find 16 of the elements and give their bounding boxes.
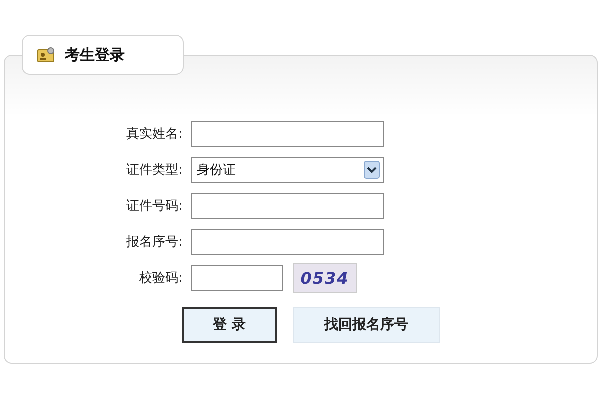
login-button[interactable]: 登 录: [182, 307, 277, 343]
input-field[interactable]: [191, 121, 384, 147]
chevron-down-icon: [364, 161, 380, 179]
field-label: 真实姓名:: [126, 126, 184, 143]
input-field[interactable]: [191, 265, 283, 291]
panel-title: 考生登录: [65, 46, 125, 64]
id-type-select[interactable]: 身份证: [191, 157, 384, 183]
input-field[interactable]: [191, 193, 384, 219]
field-label: 报名序号:: [126, 234, 184, 251]
field-label: 证件类型:: [126, 162, 184, 179]
retrieve-button[interactable]: 找回报名序号: [293, 307, 440, 343]
id-card-icon: [37, 47, 55, 63]
field-label: 证件号码:: [126, 198, 184, 215]
field-label: 校验码:: [138, 270, 184, 287]
input-field[interactable]: [191, 229, 384, 255]
captcha-image: 0534: [293, 263, 357, 293]
